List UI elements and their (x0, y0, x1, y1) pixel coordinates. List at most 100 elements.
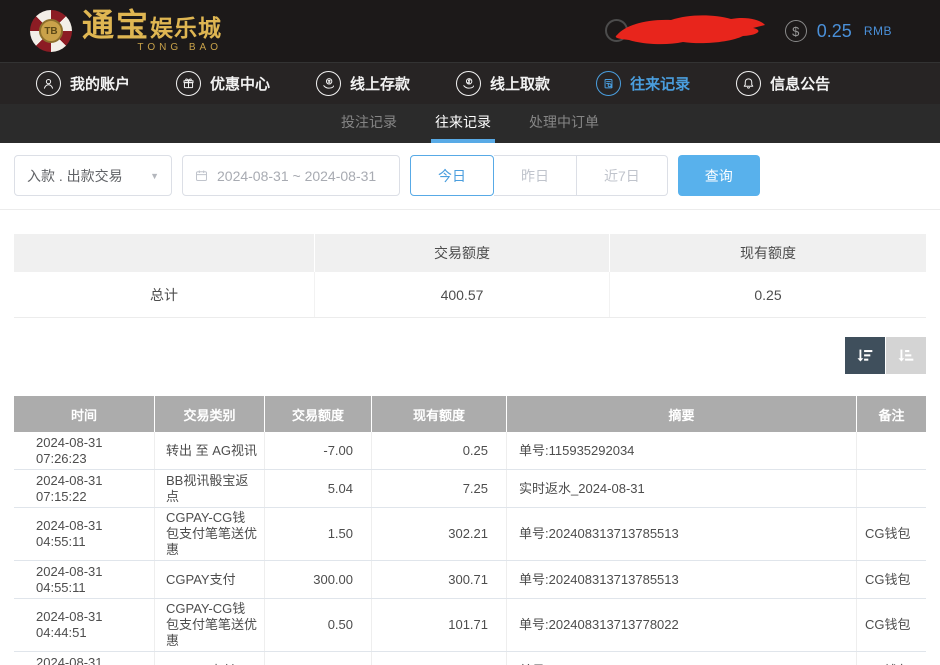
sort-descending-icon (854, 345, 876, 367)
nav-item-my-account[interactable]: 我的账户 (36, 71, 130, 96)
sort-descending-button[interactable] (845, 337, 885, 374)
calendar-icon (194, 168, 209, 183)
cell-summary: 单号:202408313713785513 (507, 508, 857, 560)
cell-balance: 300.71 (372, 561, 507, 598)
transaction-type-select[interactable]: 入款 . 出款交易 ▼ (14, 155, 172, 196)
col-remark: 备注 (857, 396, 926, 432)
cell-remark (857, 432, 926, 469)
balance-currency: RMB (864, 24, 892, 38)
table-header-row: 时间 交易类别 交易额度 现有额度 摘要 备注 (14, 396, 926, 432)
quick-range-group: 今日 昨日 近7日 (410, 155, 668, 196)
search-button[interactable]: 查询 (678, 155, 760, 196)
nav-label: 往来记录 (630, 73, 690, 94)
select-value: 入款 . 出款交易 (27, 166, 123, 186)
cell-time: 2024-08-31 07:26:23 (14, 432, 155, 469)
casino-chip-icon: TB (30, 10, 72, 52)
cell-remark: CG钱包 (857, 508, 926, 560)
table-row: 2024-08-31 04:44:51 CGPAY支付 100.00 101.2… (14, 652, 926, 665)
cell-time: 2024-08-31 04:55:11 (14, 508, 155, 560)
table-row: 2024-08-31 04:44:51 CGPAY-CG钱包支付笔笔送优惠 0.… (14, 599, 926, 652)
table-row: 2024-08-31 04:55:11 CGPAY-CG钱包支付笔笔送优惠 1.… (14, 508, 926, 561)
cell-remark: CG钱包 (857, 599, 926, 651)
cell-time: 2024-08-31 04:44:51 (14, 652, 155, 665)
withdraw-coin-hand-icon (456, 71, 481, 96)
cell-time: 2024-08-31 07:15:22 (14, 470, 155, 507)
table-row: 2024-08-31 07:15:22 BB视讯骰宝返点 5.04 7.25 实… (14, 470, 926, 508)
cell-type: CGPAY支付 (155, 561, 265, 598)
cell-balance: 0.25 (372, 432, 507, 469)
header-account-area: $ 0.25 RMB (605, 9, 892, 53)
top-header: TB 通宝 娱乐城 TONG BAO $ 0.25 RMB (0, 0, 940, 62)
brand-cn-sub: 娱乐城 (150, 17, 222, 40)
table-row: 2024-08-31 07:26:23 转出 至 AG视讯 -7.00 0.25… (14, 432, 926, 470)
cell-remark: CG钱包 (857, 652, 926, 665)
section-divider (0, 209, 940, 210)
summary-total-row: 总计 400.57 0.25 (14, 272, 926, 318)
cell-remark: CG钱包 (857, 561, 926, 598)
records-icon (596, 71, 621, 96)
col-time: 时间 (14, 396, 155, 432)
sort-toolbar (0, 337, 926, 374)
cell-time: 2024-08-31 04:44:51 (14, 599, 155, 651)
yesterday-button[interactable]: 昨日 (494, 155, 577, 196)
transactions-table: 时间 交易类别 交易额度 现有额度 摘要 备注 2024-08-31 07:26… (14, 396, 926, 665)
cell-time: 2024-08-31 04:55:11 (14, 561, 155, 598)
summary-table: 交易额度 现有额度 总计 400.57 0.25 (14, 234, 926, 318)
cell-amount: 1.50 (265, 508, 372, 560)
filter-bar: 入款 . 出款交易 ▼ 2024-08-31 ~ 2024-08-31 今日 昨… (14, 155, 926, 196)
chip-label: TB (39, 19, 63, 43)
cell-summary: 单号:202408313713778022 (507, 652, 857, 665)
username-area[interactable] (605, 9, 775, 53)
cell-type: CGPAY-CG钱包支付笔笔送优惠 (155, 508, 265, 560)
today-button[interactable]: 今日 (410, 155, 494, 196)
table-row: 2024-08-31 04:55:11 CGPAY支付 300.00 300.7… (14, 561, 926, 599)
cell-balance: 101.71 (372, 599, 507, 651)
cell-amount: 300.00 (265, 561, 372, 598)
cell-type: 转出 至 AG视讯 (155, 432, 265, 469)
col-type: 交易类别 (155, 396, 265, 432)
summary-current-total: 0.25 (610, 272, 926, 317)
deposit-coin-hand-icon (316, 71, 341, 96)
cell-amount: 100.00 (265, 652, 372, 665)
nav-item-records[interactable]: 往来记录 (596, 71, 690, 96)
cell-balance: 101.21 (372, 652, 507, 665)
tab-label: 投注记录 (341, 112, 397, 132)
cell-summary: 单号:202408313713778022 (507, 599, 857, 651)
tab-label: 处理中订单 (529, 112, 599, 132)
tab-betting-records[interactable]: 投注记录 (337, 104, 401, 143)
last7days-button[interactable]: 近7日 (577, 155, 668, 196)
nav-label: 优惠中心 (210, 73, 270, 94)
sort-ascending-button[interactable] (886, 337, 926, 374)
bell-icon (736, 71, 761, 96)
nav-item-deposit[interactable]: 线上存款 (316, 71, 410, 96)
cell-type: BB视讯骰宝返点 (155, 470, 265, 507)
summary-total-label: 总计 (14, 272, 315, 317)
cell-type: CGPAY-CG钱包支付笔笔送优惠 (155, 599, 265, 651)
tab-transaction-records[interactable]: 往来记录 (431, 104, 495, 143)
nav-label: 我的账户 (70, 73, 130, 94)
brand-logo[interactable]: TB 通宝 娱乐城 TONG BAO (30, 9, 222, 53)
gift-icon (176, 71, 201, 96)
tab-label: 往来记录 (435, 112, 491, 132)
nav-item-promotions[interactable]: 优惠中心 (176, 71, 270, 96)
cell-balance: 302.21 (372, 508, 507, 560)
cell-amount: 5.04 (265, 470, 372, 507)
cell-amount: -7.00 (265, 432, 372, 469)
tab-pending-orders[interactable]: 处理中订单 (525, 104, 603, 143)
summary-header-empty (14, 234, 315, 272)
sort-ascending-icon (895, 345, 917, 367)
nav-item-withdraw[interactable]: 线上取款 (456, 71, 550, 96)
main-nav: 我的账户 优惠中心 线上存款 线上取款 往来记录 信息公告 (0, 62, 940, 104)
nav-label: 线上取款 (490, 73, 550, 94)
brand-cn-main: 通宝 (82, 9, 150, 41)
date-range-value: 2024-08-31 ~ 2024-08-31 (217, 168, 376, 184)
summary-header-current: 现有额度 (610, 234, 926, 272)
date-range-input[interactable]: 2024-08-31 ~ 2024-08-31 (182, 155, 400, 196)
cell-summary: 单号:202408313713785513 (507, 561, 857, 598)
nav-label: 信息公告 (770, 73, 830, 94)
records-subnav: 投注记录 往来记录 处理中订单 (0, 104, 940, 143)
nav-item-announcements[interactable]: 信息公告 (736, 71, 830, 96)
dollar-circle-icon: $ (785, 20, 807, 42)
cell-type: CGPAY支付 (155, 652, 265, 665)
nav-label: 线上存款 (350, 73, 410, 94)
